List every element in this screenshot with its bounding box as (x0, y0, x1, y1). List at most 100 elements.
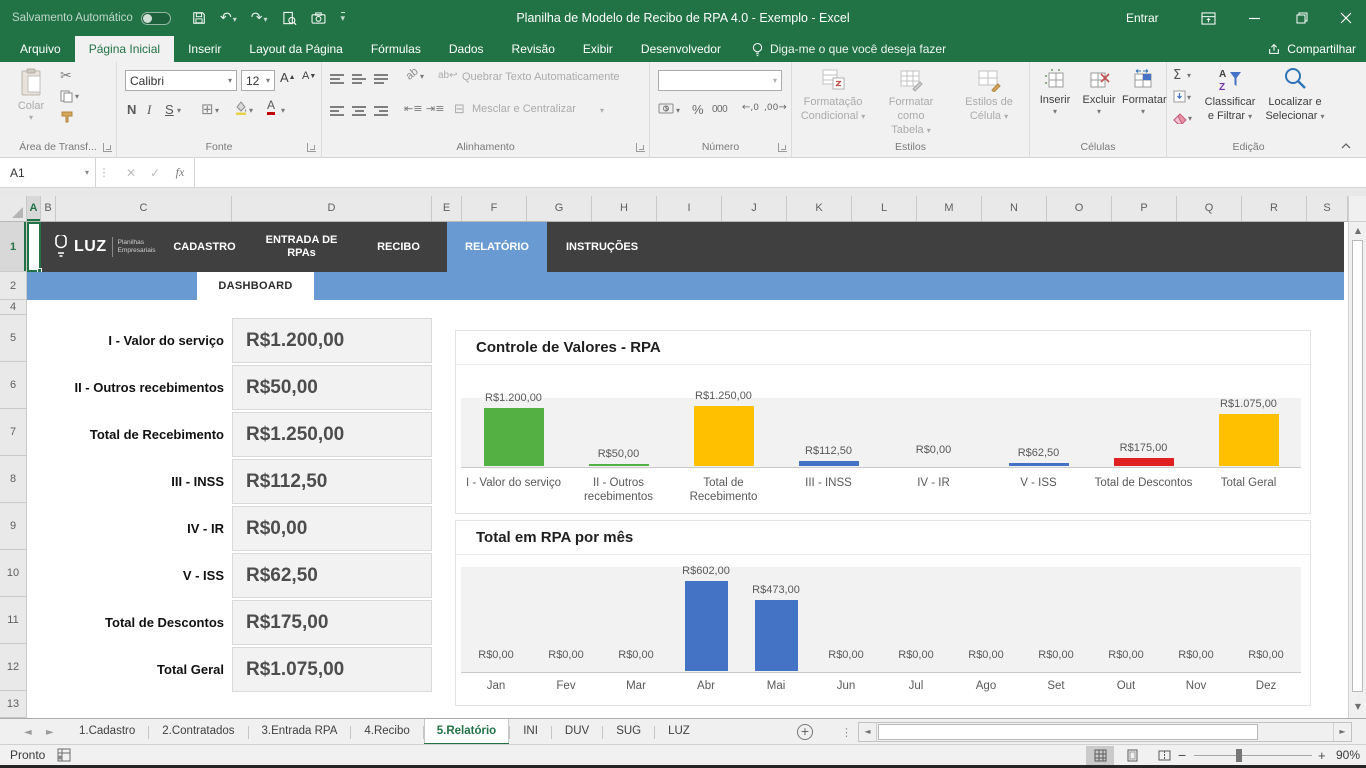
nav-item-relatorio[interactable]: RELATÓRIO (447, 222, 547, 272)
underline-button[interactable]: S (165, 102, 174, 117)
fill-button[interactable] (1173, 90, 1186, 103)
comma-style-button[interactable]: 000 (712, 104, 727, 115)
zoom-out-button[interactable]: − (1178, 747, 1186, 763)
nav-item-instrucoes[interactable]: INSTRUÇÕES (547, 222, 657, 272)
fill-color-dropdown[interactable]: ▾ (249, 106, 253, 115)
bar-total-de-descontos[interactable] (1114, 458, 1174, 466)
row-header-4[interactable]: 4 (0, 300, 26, 315)
fill-dropdown[interactable]: ▾ (1187, 93, 1191, 102)
bar-total-geral[interactable] (1219, 414, 1279, 466)
select-all-corner[interactable] (0, 196, 27, 221)
summary-value-cell[interactable]: R$1.250,00 (232, 412, 432, 457)
summary-value-cell[interactable]: R$1.075,00 (232, 647, 432, 692)
dashboard-tab[interactable]: DASHBOARD (197, 272, 314, 300)
ribbon-tab-inserir[interactable]: Inserir (174, 36, 235, 62)
font-name-combo[interactable]: Calibri▾ (125, 70, 237, 91)
row-header-5[interactable]: 5 (0, 315, 26, 362)
scroll-right-arrow[interactable]: ► (1333, 723, 1351, 741)
zoom-level[interactable]: 90% (1336, 748, 1360, 762)
sheet-tab-ini[interactable]: INI (510, 719, 551, 745)
page-layout-view-button[interactable] (1118, 746, 1146, 765)
customize-qat-button[interactable]: ▾ (341, 12, 346, 24)
horizontal-scrollbar[interactable]: ◄ ► (858, 722, 1352, 742)
currency-format-dropdown[interactable]: ▾ (676, 106, 680, 115)
vertical-scroll-thumb[interactable] (1352, 240, 1363, 692)
align-center-button[interactable] (352, 104, 366, 118)
row-header-2[interactable]: 2 (0, 272, 26, 300)
format-cells-button[interactable]: Formatar ▾ (1122, 68, 1164, 116)
sign-in-button[interactable]: Entrar (1126, 11, 1159, 25)
selected-cell-a1[interactable] (27, 222, 41, 272)
row-header-9[interactable]: 9 (0, 503, 26, 550)
clear-button[interactable] (1173, 112, 1187, 124)
insert-cells-dropdown[interactable]: ▾ (1034, 107, 1076, 116)
ribbon-tab-layout-da-pagina[interactable]: Layout da Página (235, 36, 356, 62)
cancel-icon[interactable]: ✕ (120, 158, 142, 187)
paste-dropdown[interactable]: ▾ (8, 113, 54, 122)
enter-icon[interactable]: ✓ (144, 158, 166, 187)
tab-splitter-handle[interactable]: ⋮ (841, 719, 852, 745)
summary-value-cell[interactable]: R$62,50 (232, 553, 432, 598)
summary-value-cell[interactable]: R$50,00 (232, 365, 432, 410)
normal-view-button[interactable] (1086, 746, 1114, 765)
sheet-tab-sug[interactable]: SUG (603, 719, 654, 745)
ribbon-tab-formulas[interactable]: Fórmulas (357, 36, 435, 62)
column-header-l[interactable]: L (852, 196, 917, 221)
chart-controle-de-valores[interactable]: Controle de Valores - RPA R$1.200,00I - … (455, 330, 1311, 514)
column-header-r[interactable]: R (1242, 196, 1307, 221)
orientation-dropdown[interactable]: ▾ (420, 72, 424, 81)
row-header-13[interactable]: 13 (0, 691, 26, 718)
zoom-slider-track[interactable] (1194, 755, 1312, 756)
nav-item-recibo[interactable]: RECIBO (350, 222, 447, 272)
page-break-view-button[interactable] (1150, 746, 1178, 765)
autosave-toggle[interactable] (141, 12, 171, 25)
redo-button[interactable]: ↷▾ (251, 0, 268, 36)
summary-value-cell[interactable]: R$0,00 (232, 506, 432, 551)
new-sheet-button[interactable]: + (797, 724, 813, 740)
summary-value-cell[interactable]: R$1.200,00 (232, 318, 432, 363)
column-header-a[interactable]: A (27, 196, 41, 221)
tell-me-box[interactable]: Diga-me o que você deseja fazer (751, 36, 946, 62)
borders-button[interactable]: ⊞ (201, 100, 214, 118)
row-header-8[interactable]: 8 (0, 456, 26, 503)
nav-item-entrada-de-rpas[interactable]: ENTRADA DE RPAs (253, 222, 350, 272)
align-right-button[interactable] (374, 104, 388, 118)
sheet-tab-3-entrada-rpa[interactable]: 3.Entrada RPA (249, 719, 351, 745)
align-bottom-button[interactable] (374, 72, 388, 86)
format-as-table-button[interactable]: Formatar comoTabela ▾ (874, 68, 948, 138)
collapse-ribbon-button[interactable] (1340, 142, 1352, 150)
sheet-nav-right-arrow[interactable]: ► (46, 719, 54, 745)
bar-v-iss[interactable] (1009, 463, 1069, 466)
paste-button[interactable]: Colar ▾ (8, 68, 54, 122)
column-header-p[interactable]: P (1112, 196, 1177, 221)
row-header-12[interactable]: 12 (0, 644, 26, 691)
column-header-h[interactable]: H (592, 196, 657, 221)
wrap-text-button[interactable]: Quebrar Texto Automaticamente (462, 71, 620, 83)
sheet-tab-4-recibo[interactable]: 4.Recibo (351, 719, 422, 745)
sheet-tab-5-relatorio[interactable]: 5.Relatório (424, 719, 509, 745)
decrease-decimal-button[interactable]: ,00→ (764, 102, 787, 113)
increase-decimal-button[interactable]: ←,0 (742, 102, 759, 113)
column-header-e[interactable]: E (432, 196, 462, 221)
ribbon-tab-pagina-inicial[interactable]: Página Inicial (75, 36, 174, 62)
column-header-j[interactable]: J (722, 196, 787, 221)
increase-indent-button[interactable]: ⇥≡ (426, 102, 444, 115)
cut-button[interactable]: ✂ (60, 68, 72, 84)
cell-styles-button[interactable]: Estilos deCélula ▾ (952, 68, 1026, 124)
fill-color-button[interactable] (233, 100, 248, 115)
column-header-m[interactable]: M (917, 196, 982, 221)
align-top-button[interactable] (330, 72, 344, 86)
font-size-combo[interactable]: 12▾ (241, 70, 275, 91)
scroll-up-arrow[interactable]: ▲ (1349, 226, 1366, 235)
sheet-tab-1-cadastro[interactable]: 1.Cadastro (66, 719, 148, 745)
decrease-indent-button[interactable]: ⇤≡ (404, 102, 422, 115)
merge-center-button[interactable]: Mesclar e Centralizar (472, 103, 576, 115)
sheet-tab-luz[interactable]: LUZ (655, 719, 703, 745)
formula-input[interactable] (196, 158, 1366, 187)
clear-dropdown[interactable]: ▾ (1188, 114, 1192, 123)
decrease-font-button[interactable]: A▼ (302, 70, 316, 82)
macro-record-icon[interactable] (56, 748, 71, 762)
row-header-11[interactable]: 11 (0, 597, 26, 644)
conditional-formatting-button[interactable]: FormataçãoCondicional ▾ (796, 68, 870, 124)
column-header-c[interactable]: C (56, 196, 232, 221)
